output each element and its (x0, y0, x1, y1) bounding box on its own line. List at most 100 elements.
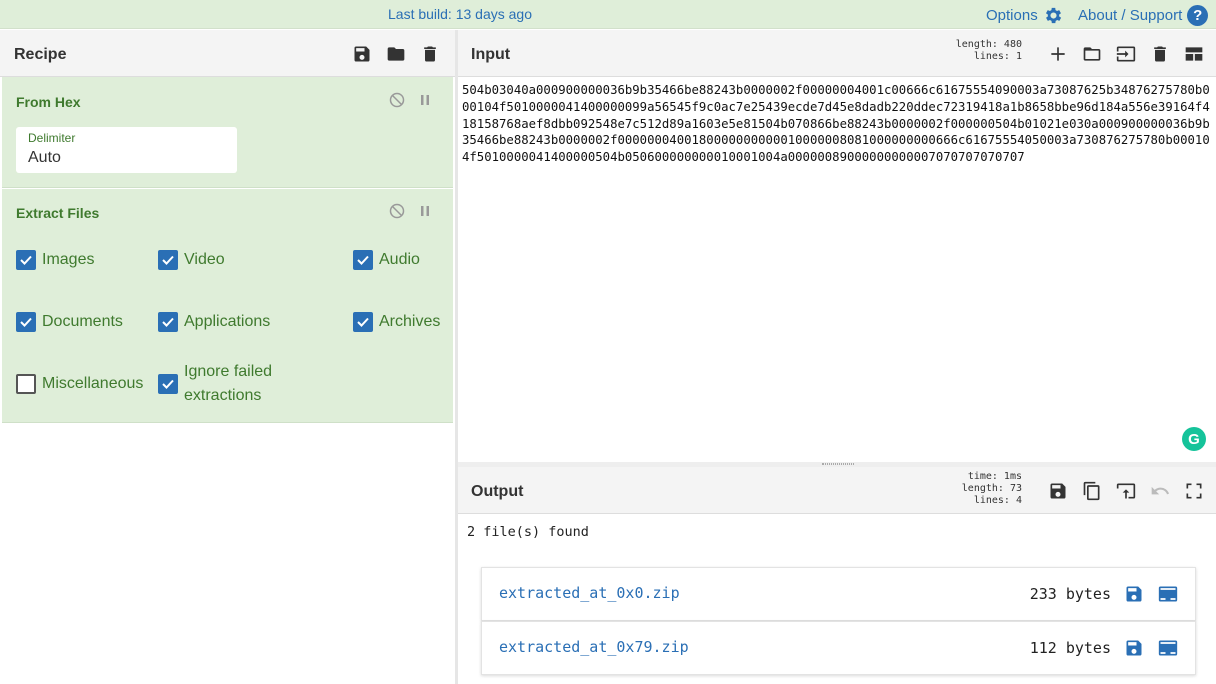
output-to-input-icon (1116, 483, 1136, 499)
undo-button[interactable] (1149, 480, 1171, 502)
file-entry: extracted_at_0x79.zip 112 bytes (481, 621, 1196, 675)
check-icon (162, 255, 174, 265)
input-textarea[interactable]: 504b03040a000900000036b9b35466be88243b00… (462, 82, 1214, 166)
help-icon: ? (1187, 5, 1209, 26)
check-icon (20, 317, 32, 327)
checkbox-box[interactable] (16, 312, 36, 332)
save-file-button[interactable] (1124, 638, 1144, 658)
add-input-tab-button[interactable] (1047, 43, 1069, 65)
open-file-in-input-button[interactable] (1158, 638, 1178, 658)
checkbox-audio[interactable]: Audio (353, 248, 420, 272)
copy-icon (1083, 481, 1100, 501)
disable-operation-button[interactable] (389, 203, 405, 219)
trash-icon (424, 46, 436, 62)
save-recipe-button[interactable] (351, 43, 373, 65)
save-icon (354, 46, 370, 62)
breakpoint-button[interactable] (417, 92, 433, 108)
checkbox-applications[interactable]: Applications (158, 310, 270, 334)
open-folder-button[interactable] (1115, 43, 1137, 65)
checkbox-label: Archives (379, 313, 441, 330)
checkbox-miscellaneous[interactable]: Miscellaneous (16, 372, 143, 396)
checkbox-box[interactable] (16, 374, 36, 394)
open-file-in-input-button[interactable] (1158, 584, 1178, 604)
grammarly-icon[interactable]: G (1182, 427, 1206, 451)
checkbox-label: Miscellaneous (42, 375, 144, 392)
recipe-header: Recipe (0, 30, 455, 77)
output-pane: Output time: 1ms length: 73 lines: 4 2 f… (458, 467, 1216, 684)
output-stats: time: 1ms length: 73 lines: 4 (938, 471, 1022, 507)
top-banner: Last build: 13 days ago Options About / … (0, 0, 1216, 29)
file-name-link[interactable]: extracted_at_0x79.zip (499, 638, 689, 656)
operation-from-hex[interactable]: From Hex Delimiter Auto (2, 77, 453, 188)
checkbox-video[interactable]: Video (158, 248, 225, 272)
recipe-pane: Recipe From Hex Delimiter Auto Extract F… (0, 30, 455, 684)
pause-icon (421, 95, 429, 105)
output-title: Output (471, 483, 524, 500)
last-build-text: Last build: 13 days ago (388, 6, 532, 22)
input-title: Input (471, 46, 511, 63)
about-support-link[interactable]: About / Support ? (1078, 5, 1209, 26)
output-time: time: 1ms (967, 471, 1022, 482)
checkbox-box[interactable] (353, 250, 373, 270)
disable-operation-button[interactable] (389, 92, 405, 108)
input-icon (1116, 46, 1136, 62)
breakpoint-button[interactable] (417, 203, 433, 219)
trash-icon (1154, 46, 1166, 62)
operation-title: From Hex (16, 94, 81, 110)
file-name-link[interactable]: extracted_at_0x0.zip (499, 584, 680, 602)
open-file-button[interactable] (1081, 43, 1103, 65)
checkbox-box[interactable] (353, 312, 373, 332)
gear-icon (1045, 7, 1061, 24)
input-header: Input length: 480 lines: 1 (458, 30, 1216, 77)
output-lines: lines: 4 (973, 495, 1022, 506)
checkbox-label: Video (184, 251, 225, 268)
check-icon (20, 255, 32, 265)
checkbox-ignore-failed[interactable]: Ignore failed extractions (158, 360, 294, 408)
copy-output-button[interactable] (1081, 480, 1103, 502)
save-file-button[interactable] (1124, 584, 1144, 604)
recipe-title: Recipe (14, 46, 67, 63)
check-icon (357, 317, 369, 327)
delimiter-field[interactable]: Delimiter Auto (16, 127, 237, 173)
folder-open-icon (1083, 47, 1101, 61)
checkbox-box[interactable] (158, 250, 178, 270)
operation-title: Extract Files (16, 205, 100, 221)
checkbox-box[interactable] (158, 312, 178, 332)
operation-extract-files[interactable]: Extract Files Images Video Audio Documen… (2, 189, 453, 423)
disable-icon (389, 92, 405, 108)
load-recipe-button[interactable] (385, 43, 407, 65)
file-size: 233 bytes (1029, 585, 1111, 603)
disable-icon (389, 203, 405, 219)
checkbox-label: Images (42, 251, 95, 268)
checkbox-images[interactable]: Images (16, 248, 94, 272)
files-found-text: 2 file(s) found (467, 524, 589, 540)
input-pane: Input length: 480 lines: 1 504b03040a000… (458, 30, 1216, 462)
divider-grip[interactable] (822, 463, 854, 465)
file-entry: extracted_at_0x0.zip 233 bytes (481, 567, 1196, 621)
options-label: Options (986, 7, 1038, 24)
save-output-button[interactable] (1047, 480, 1069, 502)
delimiter-value: Auto (28, 149, 61, 166)
save-icon (1126, 640, 1142, 656)
checkbox-label: Ignore failed extractions (184, 363, 273, 404)
checkbox-box[interactable] (16, 250, 36, 270)
check-icon (162, 379, 174, 389)
checkbox-archives[interactable]: Archives (353, 310, 440, 334)
pause-icon (421, 206, 429, 216)
upload-icon (1158, 640, 1178, 656)
checkbox-box[interactable] (158, 374, 178, 394)
fullscreen-icon (1186, 483, 1202, 499)
clear-recipe-button[interactable] (419, 43, 441, 65)
folder-icon (387, 47, 405, 61)
input-length: length: 480 (955, 39, 1022, 50)
checkbox-documents[interactable]: Documents (16, 310, 123, 334)
save-icon (1050, 483, 1066, 499)
plus-icon (1051, 47, 1065, 61)
options-link[interactable]: Options (986, 5, 1064, 26)
reset-layout-button[interactable] (1183, 43, 1205, 65)
layout-icon (1185, 47, 1203, 61)
about-label: About / Support (1078, 7, 1183, 24)
maximise-output-button[interactable] (1183, 480, 1205, 502)
clear-input-button[interactable] (1149, 43, 1171, 65)
replace-input-button[interactable] (1115, 480, 1137, 502)
